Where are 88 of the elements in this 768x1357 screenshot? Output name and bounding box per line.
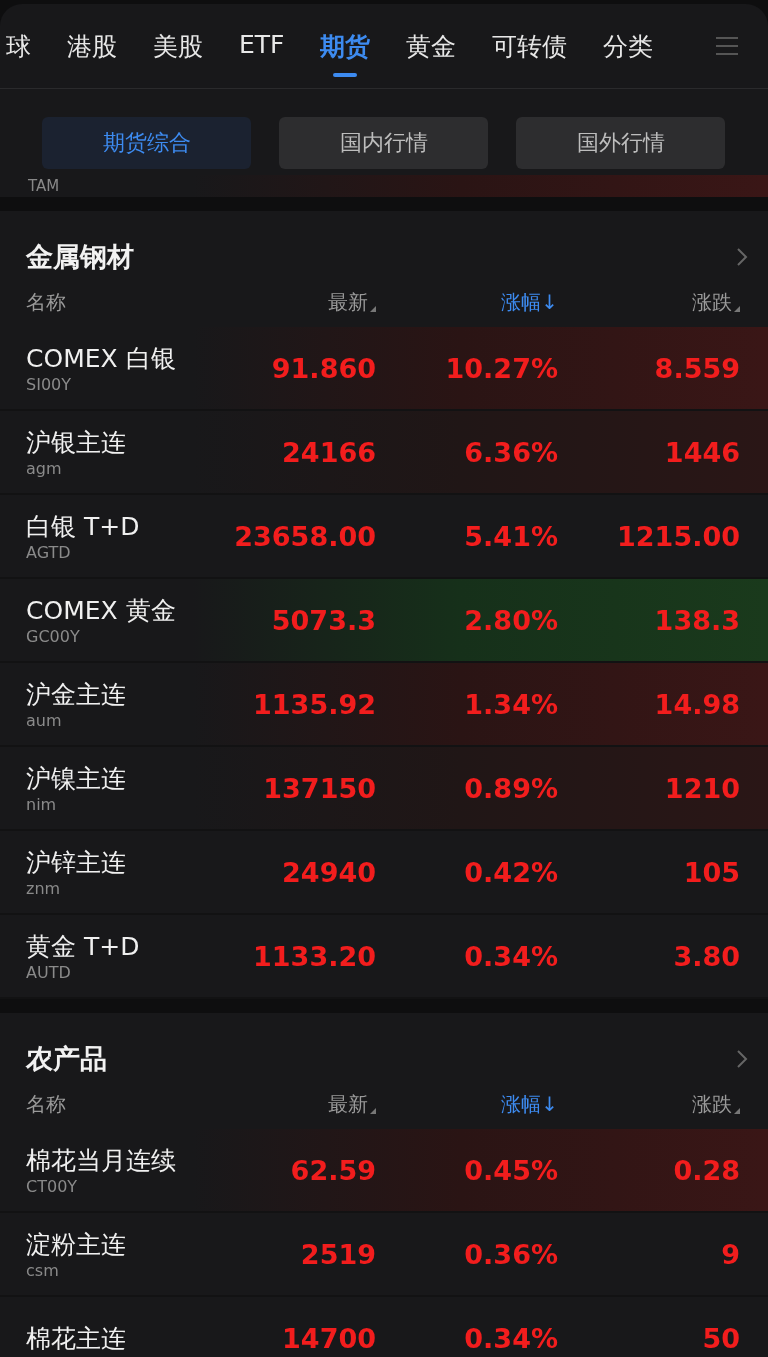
- quote-name: 棉花主连: [26, 1322, 127, 1355]
- quote-code: nim: [26, 795, 58, 814]
- quote-row[interactable]: 沪镍主连 nim 137150 0.89% 1210: [0, 747, 768, 831]
- quote-row[interactable]: 沪锌主连 znm 24940 0.42% 105: [0, 831, 768, 915]
- quote-code: agm: [26, 459, 63, 478]
- quote-name: 淀粉主连: [26, 1229, 127, 1261]
- change-amount: 9: [720, 1238, 740, 1270]
- change-amount: 105: [682, 856, 740, 888]
- quote-code: AGTD: [26, 543, 72, 562]
- quote-code: CT00Y: [26, 1177, 79, 1196]
- market-tab[interactable]: 港股: [67, 15, 117, 77]
- market-tab[interactable]: 可转债: [492, 15, 568, 77]
- change-percent: 6.36%: [463, 436, 558, 468]
- column-header[interactable]: 最新: [328, 289, 376, 315]
- market-tab[interactable]: 黄金: [406, 15, 457, 77]
- change-percent: 5.41%: [463, 520, 558, 552]
- latest-price: 2519: [299, 1238, 376, 1270]
- change-amount: 8.559: [653, 352, 740, 384]
- category-tab[interactable]: 国内行情: [279, 117, 488, 169]
- change-amount: 50: [701, 1322, 740, 1354]
- quote-name: 沪锌主连: [26, 847, 127, 879]
- change-percent: 0.42%: [463, 856, 558, 888]
- quote-row[interactable]: 黄金 T+D AUTD 1133.20 0.34% 3.80: [0, 915, 768, 999]
- quote-row[interactable]: 棉花主连 14700 0.34% 50: [0, 1297, 768, 1357]
- category-tab[interactable]: 国外行情: [516, 117, 725, 169]
- quote-row[interactable]: COMEX 黄金 GC00Y 5073.3 2.80% 138.3: [0, 579, 768, 663]
- latest-price: 1135.92: [252, 688, 376, 720]
- quote-name: 黄金 T+D: [26, 931, 141, 963]
- chevron-right-icon[interactable]: [736, 1049, 748, 1069]
- quote-name: 棉花当月连续: [26, 1145, 177, 1177]
- section-title: 农产品: [26, 1042, 107, 1076]
- quote-code: TAM: [28, 177, 60, 195]
- chevron-right-icon[interactable]: [736, 247, 748, 267]
- market-tab[interactable]: 期货: [320, 15, 371, 77]
- section-title: 金属钢材: [26, 240, 134, 274]
- change-percent: 0.89%: [463, 772, 558, 804]
- quote-name: COMEX 白银: [26, 343, 177, 375]
- latest-price: 24940: [281, 856, 376, 888]
- latest-price: 5073.3: [270, 604, 376, 636]
- column-header[interactable]: 涨幅↓: [501, 1091, 558, 1117]
- quote-name: 沪银主连: [26, 427, 127, 459]
- change-amount: 1215.00: [616, 520, 740, 552]
- category-tab[interactable]: 期货综合: [42, 117, 251, 169]
- latest-price: 62.59: [289, 1154, 376, 1186]
- quote-name: 白银 T+D: [26, 511, 141, 543]
- quote-row[interactable]: 沪金主连 aum 1135.92 1.34% 14.98: [0, 663, 768, 747]
- latest-price: 1133.20: [252, 940, 376, 972]
- latest-price: 24166: [281, 436, 376, 468]
- quote-code: GC00Y: [26, 627, 81, 646]
- quote-row[interactable]: 淀粉主连 csm 2519 0.36% 9: [0, 1213, 768, 1297]
- change-percent: 10.27%: [444, 352, 558, 384]
- column-header[interactable]: 名称: [26, 289, 66, 315]
- change-amount: 1446: [663, 436, 740, 468]
- change-amount: 1210: [663, 772, 740, 804]
- column-header[interactable]: 最新: [328, 1091, 376, 1117]
- column-header[interactable]: 涨跌: [692, 289, 740, 315]
- change-amount: 138.3: [653, 604, 740, 636]
- market-tab[interactable]: 分类: [603, 15, 654, 77]
- quote-code: aum: [26, 711, 63, 730]
- change-percent: 0.36%: [463, 1238, 558, 1270]
- quote-code: SI00Y: [26, 375, 72, 394]
- change-percent: 0.34%: [463, 940, 558, 972]
- quote-name: 沪镍主连: [26, 763, 127, 795]
- quote-code: znm: [26, 879, 62, 898]
- market-tab[interactable]: 美股: [153, 15, 203, 77]
- column-header[interactable]: 名称: [26, 1091, 66, 1117]
- menu-icon[interactable]: [716, 36, 738, 56]
- column-header[interactable]: 涨跌: [692, 1091, 740, 1117]
- quote-code: csm: [26, 1261, 60, 1280]
- market-tab[interactable]: 球: [6, 15, 31, 77]
- column-header[interactable]: 涨幅↓: [501, 289, 558, 315]
- quote-name: COMEX 黄金: [26, 595, 177, 627]
- latest-price: 91.860: [270, 352, 376, 384]
- latest-price: 137150: [262, 772, 376, 804]
- quote-row[interactable]: 沪银主连 agm 24166 6.36% 1446: [0, 411, 768, 495]
- quote-name: 沪金主连: [26, 679, 127, 711]
- change-amount: 3.80: [672, 940, 740, 972]
- change-amount: 0.28: [672, 1154, 740, 1186]
- latest-price: 14700: [281, 1322, 376, 1354]
- change-percent: 1.34%: [463, 688, 558, 720]
- latest-price: 23658.00: [233, 520, 376, 552]
- quote-code: AUTD: [26, 963, 72, 982]
- change-percent: 0.45%: [463, 1154, 558, 1186]
- quote-row[interactable]: COMEX 白银 SI00Y 91.860 10.27% 8.559: [0, 327, 768, 411]
- market-tab[interactable]: ETF: [239, 15, 285, 77]
- change-percent: 0.34%: [463, 1322, 558, 1354]
- change-amount: 14.98: [653, 688, 740, 720]
- change-percent: 2.80%: [463, 604, 558, 636]
